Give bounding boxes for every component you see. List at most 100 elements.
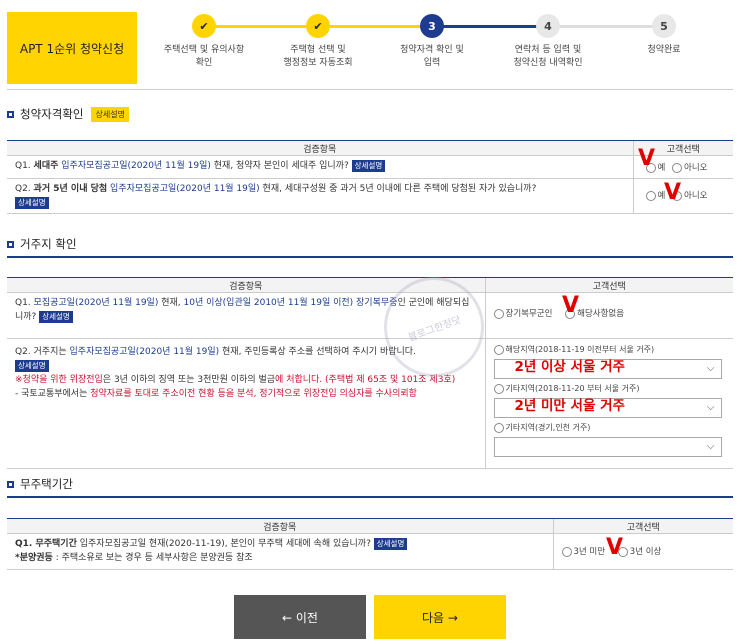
handwritten-annotation: 2년 미만 서울 거주 (514, 398, 625, 414)
qualify-table: 검증항목 고객선택 Q1. 세대주 입주자모집공고일(2020년 11월 19일… (7, 140, 733, 214)
column-header: 검증항목 (7, 140, 633, 156)
chevron-down-icon: ⌵ (706, 363, 715, 374)
radio-region-3[interactable] (493, 422, 504, 433)
section-title-nohouse: 무주택기간 (7, 476, 73, 492)
section-title-text: 청약자격확인 (20, 107, 84, 121)
question-cell: Q2. 과거 5년 이내 당첨 입주자모집공고일(2020년 11월 19일) … (7, 178, 633, 214)
region-select-3[interactable]: ⌵ (493, 437, 722, 457)
radio-label: 아니오 (684, 163, 708, 173)
radio-label: 기타지역(경기,인천 거주) (505, 423, 591, 432)
residence-table: 검증항목 고객선택 Q1. 모집공고일(2020년 11월 19일) 현재, 1… (7, 277, 733, 469)
square-bullet-icon (7, 110, 14, 118)
column-header: 고객선택 (484, 277, 733, 293)
check-icon: ✔ (306, 14, 330, 38)
prev-button[interactable]: ← 이전 (234, 595, 366, 639)
step-number: 5 (652, 14, 676, 38)
step-label: 주택형 선택 및 (290, 45, 346, 55)
radio-label: 해당지역(2018-11-19 이전부터 서울 거주) (505, 345, 655, 354)
step-label: 확인 (195, 58, 213, 68)
radio-label: 기타지역(2018-11-20 부터 서울 거주) (505, 384, 640, 393)
detail-button[interactable]: 상세설명 (351, 159, 386, 172)
choice-cell: 예 아니오 (632, 178, 733, 214)
question-bold: 과거 5년 이내 당첨 (33, 184, 108, 194)
step-label: 청약신청 내역확인 (513, 58, 583, 68)
service-period-link: 10년 이상(입관일 2010년 11월 19일 이전) 장기복무중 (183, 298, 398, 308)
section-title-text: 거주지 확인 (20, 237, 77, 251)
question-bold: 세대주 (33, 161, 59, 171)
next-button[interactable]: 다음 → (374, 595, 506, 639)
radio-yes[interactable] (645, 190, 656, 201)
detail-button[interactable]: 상세설명 (15, 196, 49, 209)
radio-no[interactable] (672, 162, 683, 173)
detail-button[interactable]: 상세설명 (39, 310, 73, 323)
choice-cell: 3년 미만 3년 이상 (552, 533, 733, 570)
section-title-text: 무주택기간 (20, 477, 73, 491)
question-bold: Q1. 무주택기간 (15, 539, 77, 549)
question-bold: *분양권등 (15, 553, 53, 563)
step-5: 5 청약완료 (604, 14, 724, 57)
region-select-2[interactable]: 2년 미만 서울 거주 ⌵ (493, 398, 722, 418)
check-icon: ✔ (192, 14, 216, 38)
section-rule (7, 496, 733, 498)
step-label: 청약완료 (647, 45, 681, 55)
radio-label: 3년 미만 (573, 547, 606, 557)
check-annotation: V (638, 146, 656, 171)
radio-label: 아니오 (684, 191, 708, 201)
step-label: 주택선택 및 유의사항 (163, 45, 245, 55)
region-select-1[interactable]: 2년 이상 서울 거주 ⌵ (493, 359, 722, 379)
radio-military[interactable] (493, 308, 504, 319)
step-number: 3 (420, 14, 444, 38)
radio-label: 장기복무군인 (505, 309, 553, 319)
page-title: APT 1순위 청약신청 (7, 12, 137, 84)
notice-date-link: 입주자모집공고일(2020년 11월 19일) (69, 347, 220, 357)
section-title-qualify: 청약자격확인 상세설명 (7, 106, 129, 122)
detail-button[interactable]: 상세설명 (15, 359, 49, 372)
choice-cell: 해당지역(2018-11-19 이전부터 서울 거주) 2년 이상 서울 거주 ⌵… (484, 338, 733, 469)
warning-text: 청약자료를 토대로 주소이전 현황 등을 분석, 정기적으로 위장전입 의심자를… (90, 389, 417, 399)
warning-text: 청약을 위한 위장전입 (22, 375, 103, 385)
square-bullet-icon (7, 480, 14, 488)
table-row: Q2. 과거 5년 이내 당첨 입주자모집공고일(2020년 11월 19일) … (7, 178, 733, 214)
detail-badge[interactable]: 상세설명 (91, 106, 129, 122)
column-header: 고객선택 (552, 518, 733, 534)
choice-cell: 장기복무군인 해당사항없음 (484, 292, 733, 339)
nohouse-table: 검증항목 고객선택 Q1. 무주택기간 입주자모집공고일 현재(2020-11-… (7, 518, 733, 570)
notice-date-link: 모집공고일(2020년 11월 19일) (33, 298, 159, 308)
chevron-down-icon: ⌵ (706, 441, 715, 452)
table-row: Q1. 세대주 입주자모집공고일(2020년 11월 19일) 현재, 청약자 … (7, 155, 733, 179)
square-bullet-icon (7, 240, 14, 248)
step-number: 4 (536, 14, 560, 38)
step-label: 입력 (423, 58, 441, 68)
notice-date-link: 입주자모집공고일(2020년 11월 19일) (61, 161, 211, 171)
radio-region-1[interactable] (493, 344, 504, 355)
step-3: 3 청약자격 확인 및입력 (372, 14, 492, 70)
step-label: 청약자격 확인 및 (400, 45, 464, 55)
step-1: ✔ 주택선택 및 유의사항확인 (144, 14, 264, 70)
detail-button[interactable]: 상세설명 (373, 537, 408, 550)
radio-label: 해당사항없음 (577, 309, 625, 319)
question-cell: Q1. 무주택기간 입주자모집공고일 현재(2020-11-19), 본인이 무… (7, 533, 553, 570)
check-annotation: V (664, 180, 682, 205)
column-header: 검증항목 (7, 518, 553, 534)
check-annotation: V (562, 293, 580, 318)
section-rule (7, 256, 733, 258)
chevron-down-icon: ⌵ (706, 402, 715, 413)
notice-date-link: 입주자모집공고일(2020년 11월 19일) (110, 184, 260, 194)
step-label: 연락처 등 입력 및 (514, 45, 582, 55)
table-row: Q1. 모집공고일(2020년 11월 19일) 현재, 10년 이상(입관일 … (7, 292, 733, 339)
step-2: ✔ 주택형 선택 및행정정보 자동조회 (258, 14, 378, 70)
step-header: APT 1순위 청약신청 ✔ 주택선택 및 유의사항확인 ✔ 주택형 선택 및행… (0, 0, 740, 95)
divider (7, 89, 733, 90)
handwritten-annotation: 2년 이상 서울 거주 (514, 359, 625, 375)
step-4: 4 연락처 등 입력 및청약신청 내역확인 (488, 14, 608, 70)
question-cell: Q1. 세대주 입주자모집공고일(2020년 11월 19일) 현재, 청약자 … (7, 155, 633, 179)
section-title-residence: 거주지 확인 (7, 236, 77, 252)
table-row: Q2. 거주지는 입주자모집공고일(2020년 11월 19일) 현재, 주민등… (7, 338, 733, 469)
step-label: 행정정보 자동조회 (283, 58, 353, 68)
radio-under-3-years[interactable] (561, 546, 572, 557)
step-indicator: ✔ 주택선택 및 유의사항확인 ✔ 주택형 선택 및행정정보 자동조회 3 청약… (140, 8, 740, 88)
radio-region-2[interactable] (493, 383, 504, 394)
radio-label: 3년 이상 (629, 547, 662, 557)
check-annotation: V (606, 535, 624, 560)
radio-label: 예 (657, 163, 666, 173)
